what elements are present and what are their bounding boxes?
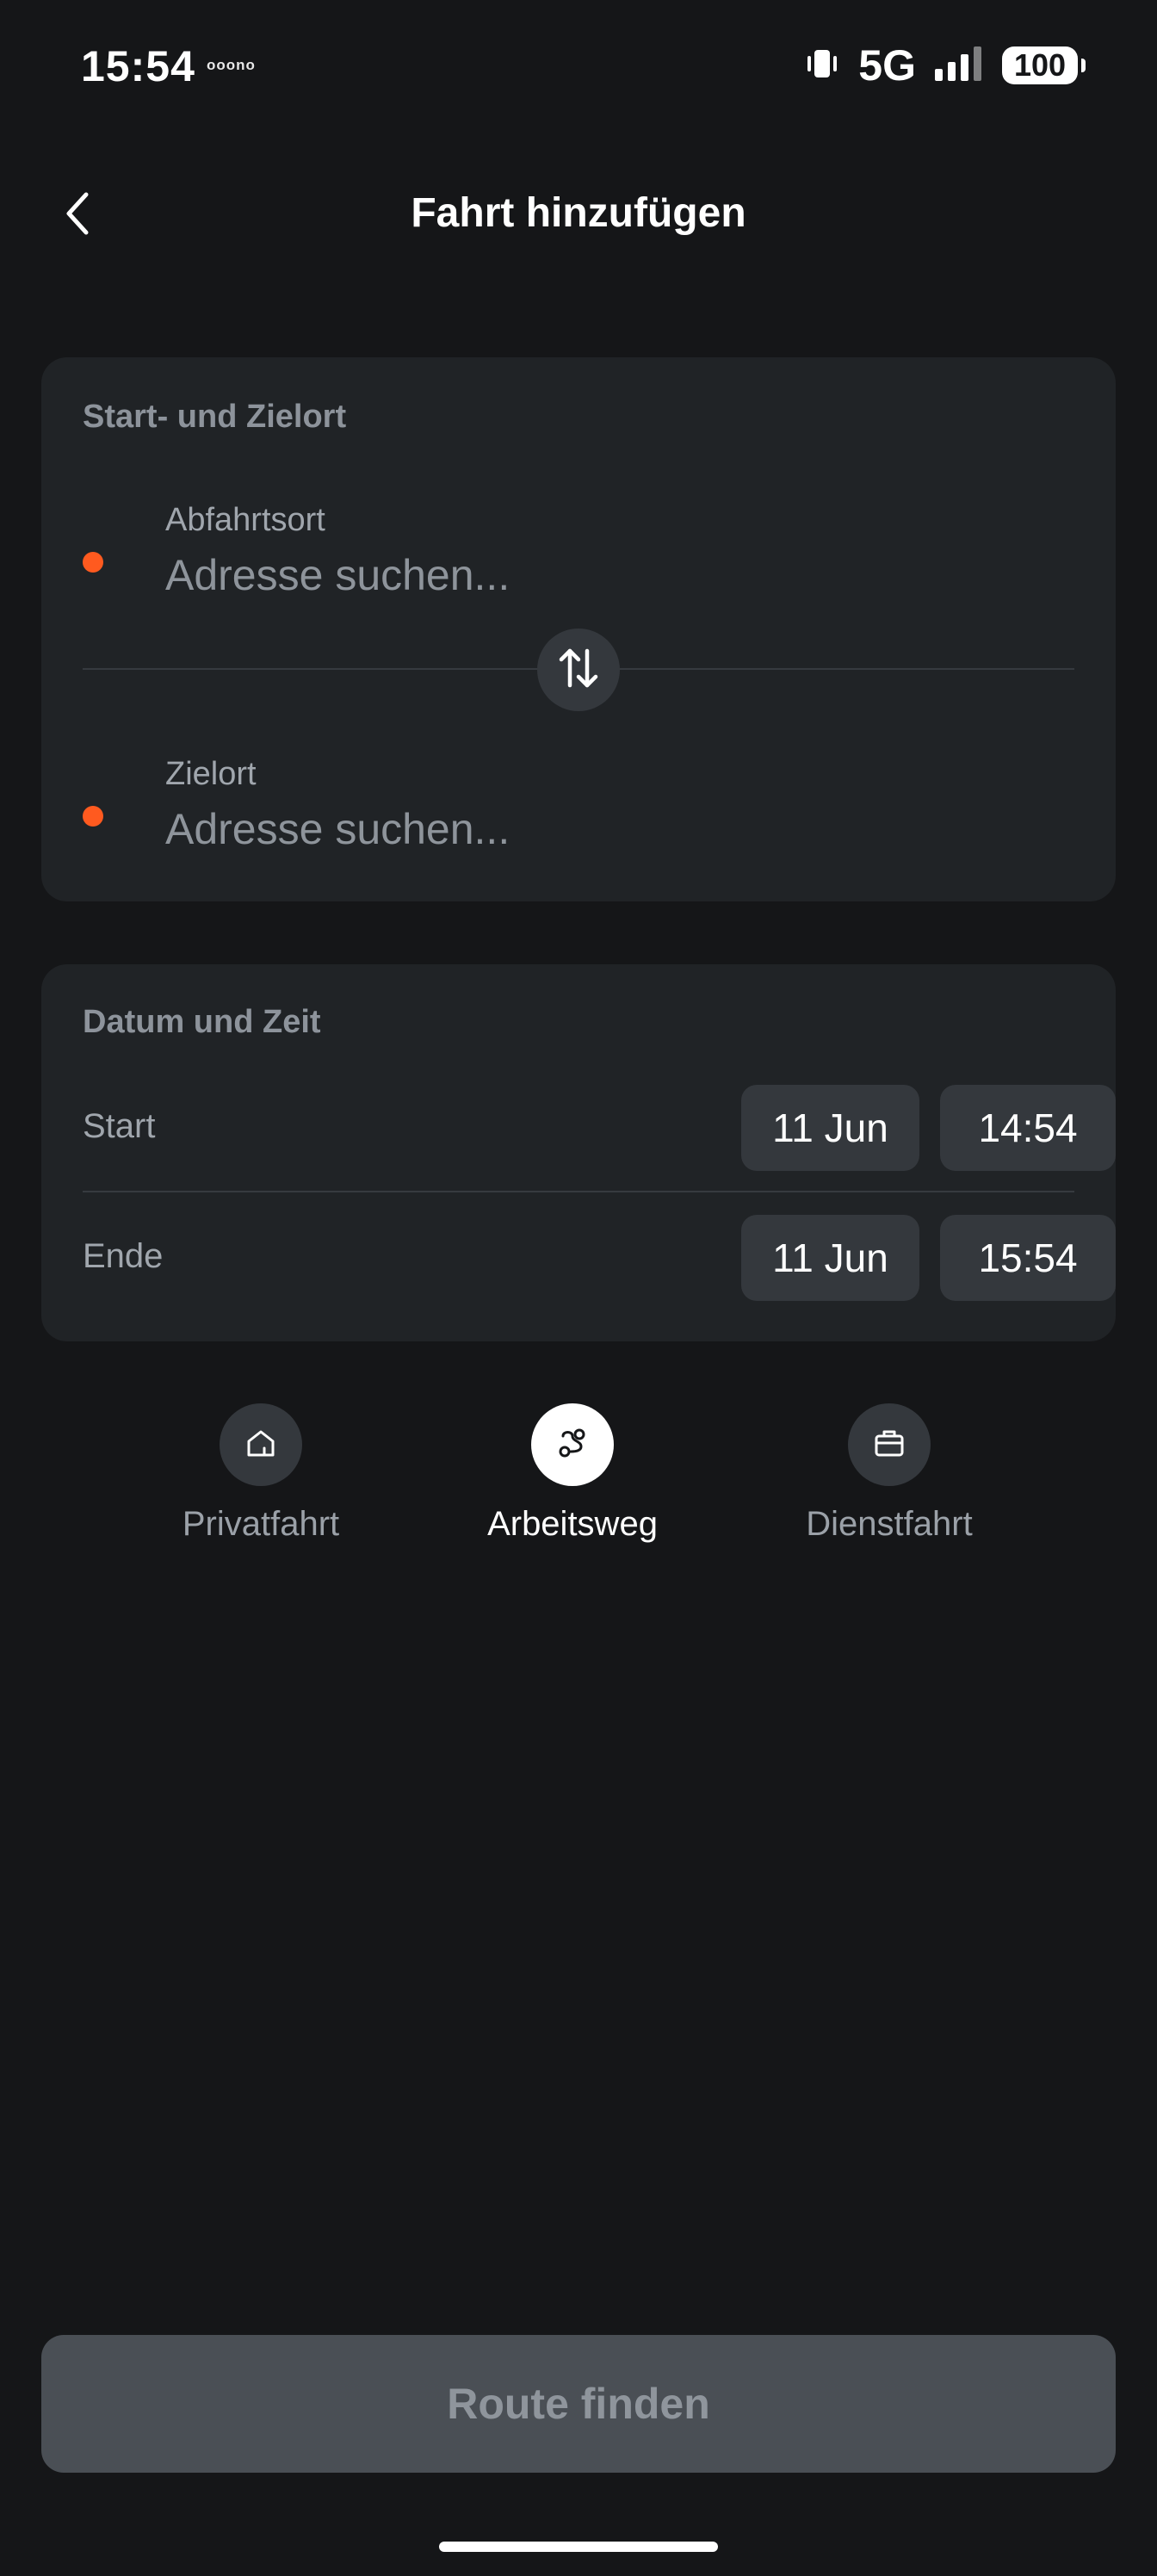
start-date-button[interactable]: 11 Jun <box>741 1085 919 1171</box>
briefcase-icon <box>872 1426 906 1464</box>
status-icons: 5G 100 <box>803 41 1086 90</box>
destination-dot-icon <box>83 806 103 827</box>
departure-input[interactable]: Adresse suchen... <box>165 550 510 600</box>
trip-type-selector: Privatfahrt Arbeitsweg Dienstfahrt <box>0 1403 1157 1558</box>
destination-field[interactable]: Zielort Adresse suchen... <box>83 749 1074 870</box>
status-time: 15:54 <box>81 42 195 90</box>
battery-level: 100 <box>1013 47 1067 83</box>
datetime-divider <box>83 1191 1074 1192</box>
departure-label: Abfahrtsort <box>165 502 325 538</box>
page-title: Fahrt hinzufügen <box>411 190 746 236</box>
end-row: Ende 11 Jun 15:54 <box>83 1215 1116 1301</box>
end-time-button[interactable]: 15:54 <box>940 1215 1116 1301</box>
departure-field[interactable]: Abfahrtsort Adresse suchen... <box>83 495 1074 616</box>
destination-input[interactable]: Adresse suchen... <box>165 804 510 854</box>
trip-type-business[interactable]: Dienstfahrt <box>760 1403 1018 1558</box>
route-icon <box>555 1426 590 1464</box>
status-bar: 15:54 ooono 5G 100 <box>0 0 1157 129</box>
location-card-title: Start- und Zielort <box>83 399 347 435</box>
swap-arrows-icon <box>554 644 603 697</box>
end-date-button[interactable]: 11 Jun <box>741 1215 919 1301</box>
destination-label: Zielort <box>165 756 257 792</box>
trip-type-private-label: Privatfahrt <box>182 1505 340 1543</box>
signal-icon <box>933 45 985 87</box>
datetime-card-title: Datum und Zeit <box>83 1004 321 1040</box>
trip-type-commute-circle <box>531 1403 614 1486</box>
header: Fahrt hinzufügen <box>0 164 1157 267</box>
trip-type-business-label: Dienstfahrt <box>806 1505 973 1543</box>
network-type: 5G <box>858 41 916 90</box>
home-indicator[interactable] <box>439 2542 718 2552</box>
start-time-button[interactable]: 14:54 <box>940 1085 1116 1171</box>
start-row: Start 11 Jun 14:54 <box>83 1085 1116 1171</box>
trip-type-commute-label: Arbeitsweg <box>487 1505 658 1543</box>
status-carrier: ooono <box>207 57 256 73</box>
trip-type-private[interactable]: Privatfahrt <box>132 1403 390 1558</box>
end-label: Ende <box>83 1237 164 1275</box>
trip-type-private-circle <box>220 1403 302 1486</box>
start-label: Start <box>83 1107 156 1145</box>
battery-icon: 100 <box>1002 46 1086 84</box>
trip-type-business-circle <box>848 1403 931 1486</box>
find-route-button[interactable]: Route finden <box>41 2335 1116 2473</box>
trip-type-commute[interactable]: Arbeitsweg <box>443 1403 702 1558</box>
departure-dot-icon <box>83 552 103 573</box>
vibrate-icon <box>803 45 841 87</box>
location-card: Start- und Zielort Abfahrtsort Adresse s… <box>41 357 1116 901</box>
home-icon <box>244 1426 278 1464</box>
swap-locations-button[interactable] <box>537 629 620 711</box>
datetime-card: Datum und Zeit Start 11 Jun 14:54 Ende 1… <box>41 964 1116 1341</box>
